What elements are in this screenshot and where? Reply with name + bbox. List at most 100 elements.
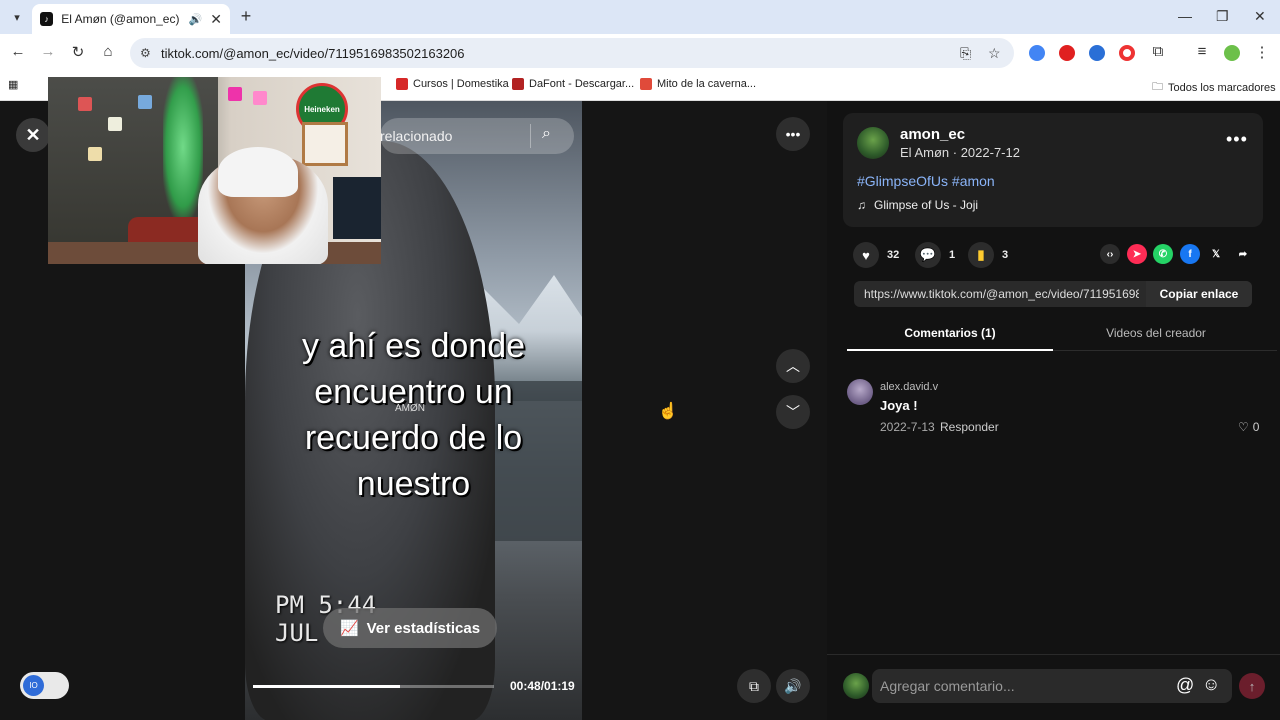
toggle-knob: IO [23,675,44,696]
tab-audio-icon[interactable]: 🔊 [189,13,203,26]
facebook-icon[interactable]: f [1180,244,1200,264]
domestika-icon [396,78,408,90]
previous-video-button[interactable]: ︿ [776,349,810,383]
apps-grid-icon[interactable]: ▦ [8,78,18,91]
creator-avatar[interactable] [857,127,889,159]
menu-kebab-icon[interactable]: ⋮ [1252,43,1272,61]
send-icon[interactable]: ➤ [1127,244,1147,264]
emoji-icon[interactable]: ☺ [1202,674,1220,695]
more-icon[interactable]: ••• [1226,129,1248,150]
home-icon[interactable]: ⌂ [98,43,118,60]
profile-avatar[interactable] [1224,45,1240,61]
white-cap [218,147,298,197]
sticker [138,95,152,109]
bookmark-label: DaFont - Descargar... [529,78,635,90]
minimize-icon[interactable]: — [1178,8,1192,24]
site-info-icon[interactable]: ⚙ [140,46,151,60]
comment-input[interactable]: Agregar comentario... @ ☺ [872,669,1232,703]
more-options-button[interactable]: ••• [776,117,810,151]
creator-subline: El Amøn · 2022-7-12 [900,145,1020,160]
bookmark-label: Mito de la caverna... [657,78,757,90]
tab-close-icon[interactable]: ✕ [210,11,222,28]
embed-icon[interactable]: ‹› [1100,244,1120,264]
share-link-url[interactable]: https://www.tiktok.com/@amon_ec/video/71… [864,287,1139,301]
commenter-avatar[interactable] [847,379,873,405]
hashtags[interactable]: #GlimpseOfUs #amon [857,173,995,189]
music-link[interactable]: ♫ Glimpse of Us - Joji [857,198,978,212]
close-video-button[interactable]: ✕ [16,118,50,152]
share-link-box: https://www.tiktok.com/@amon_ec/video/71… [854,281,1252,307]
heart-icon: ♥ [853,242,879,268]
progress-fill [253,685,400,688]
tab-comments[interactable]: Comentarios (1) [847,326,1053,340]
tab-search-icon[interactable]: ▾ [6,6,28,28]
reload-icon[interactable]: ↻ [68,43,88,61]
next-video-button[interactable]: ﹀ [776,395,810,429]
install-app-icon[interactable]: ⎘ [960,45,971,62]
x-icon[interactable]: 𝕏 [1206,244,1226,264]
back-icon[interactable]: ← [8,43,28,60]
new-tab-button[interactable]: + [236,6,256,27]
post-info-card: amon_ec El Amøn · 2022-7-12 ••• #Glimpse… [843,113,1263,227]
lyric-line: recuerdo de lo [304,419,523,457]
search-icon[interactable]: ⌕ [542,125,551,143]
comment-placeholder: Agregar comentario... [880,678,1015,694]
lyric-line: nuestro [356,465,471,503]
copy-link-button[interactable]: Copiar enlace [1146,281,1252,307]
comment-date: 2022-7-13 [880,420,935,434]
bookmark-dafont[interactable]: DaFont - Descargar... [512,78,634,90]
address-bar[interactable]: ⚙ tiktok.com/@amon_ec/video/711951698350… [130,38,1014,68]
creator-username[interactable]: amon_ec [900,126,965,143]
save-action[interactable]: ▮ 3 [968,242,1008,268]
comment-action[interactable]: 💬 1 [915,242,955,268]
comment-icon: 💬 [915,242,941,268]
bookmark-star-icon[interactable]: ☆ [988,45,1001,62]
sticker [228,87,242,101]
restore-icon[interactable]: ❐ [1216,8,1229,25]
lyric-line: y ahí es donde [301,327,526,365]
comment-count: 1 [949,249,956,261]
opera-extension-icon[interactable] [1059,45,1075,61]
like-action[interactable]: ♥ 32 [853,242,899,268]
video-watermark: AMØN [395,403,425,414]
record-extension-icon[interactable] [1119,45,1135,61]
post-comment-button[interactable]: ↑ [1239,673,1265,699]
details-panel: amon_ec El Amøn · 2022-7-12 ••• #Glimpse… [827,101,1280,720]
share-forward-icon[interactable]: ➦ [1233,244,1253,264]
bookmark-domestika[interactable]: Cursos | Domestika [396,78,509,90]
extensions-puzzle-icon[interactable]: ⧉ [1148,43,1168,60]
forward-icon[interactable]: → [38,43,58,60]
media-controls-icon[interactable]: ≡ [1192,43,1212,60]
translate-extension-icon[interactable] [1029,45,1045,61]
url-text: tiktok.com/@amon_ec/video/71195169835021… [161,46,465,61]
window-close-icon[interactable]: ✕ [1254,8,1266,25]
browser-toolbar: ← → ↻ ⌂ ⚙ tiktok.com/@amon_ec/video/7119… [0,34,1280,72]
separator-dot: · [952,145,961,160]
related-search-bar[interactable]: relacionado ⌕ [380,118,574,154]
tab-title: El Amøn (@amon_ec) | TikTok [61,12,180,26]
comment-bar: Agregar comentario... @ ☺ ↑ [827,654,1280,720]
reply-button[interactable]: Responder [940,420,999,434]
search-divider [530,124,531,148]
progress-bar[interactable] [253,685,494,688]
mito-icon [640,78,652,90]
dafont-icon [512,78,524,90]
comment-username[interactable]: alex.david.v [880,381,938,393]
wall-frame [302,122,348,166]
mention-icon[interactable]: @ [1176,675,1194,696]
whatsapp-icon[interactable]: ✆ [1153,244,1173,264]
floating-player-button[interactable]: ⧉ [737,669,771,703]
sticker [108,117,122,131]
autoscroll-toggle[interactable]: IO [20,672,69,699]
browser-tab[interactable]: ♪ El Amøn (@amon_ec) | TikTok 🔊 ✕ [32,4,230,34]
bookmark-icon: ▮ [968,242,994,268]
extension-icon[interactable] [1089,45,1105,61]
bookmark-mito[interactable]: Mito de la caverna... [640,78,756,90]
comment-like[interactable]: ♡ 0 [1238,420,1259,434]
all-bookmarks[interactable]: 🗀 Todos los marcadores [1152,78,1276,97]
volume-button[interactable]: 🔊 [776,669,810,703]
tab-creator-videos[interactable]: Videos del creador [1053,326,1259,340]
display-name: El Amøn [900,145,950,160]
view-stats-button[interactable]: 📈 Ver estadísticas [323,608,497,648]
related-search-text: relacionado [380,128,453,144]
